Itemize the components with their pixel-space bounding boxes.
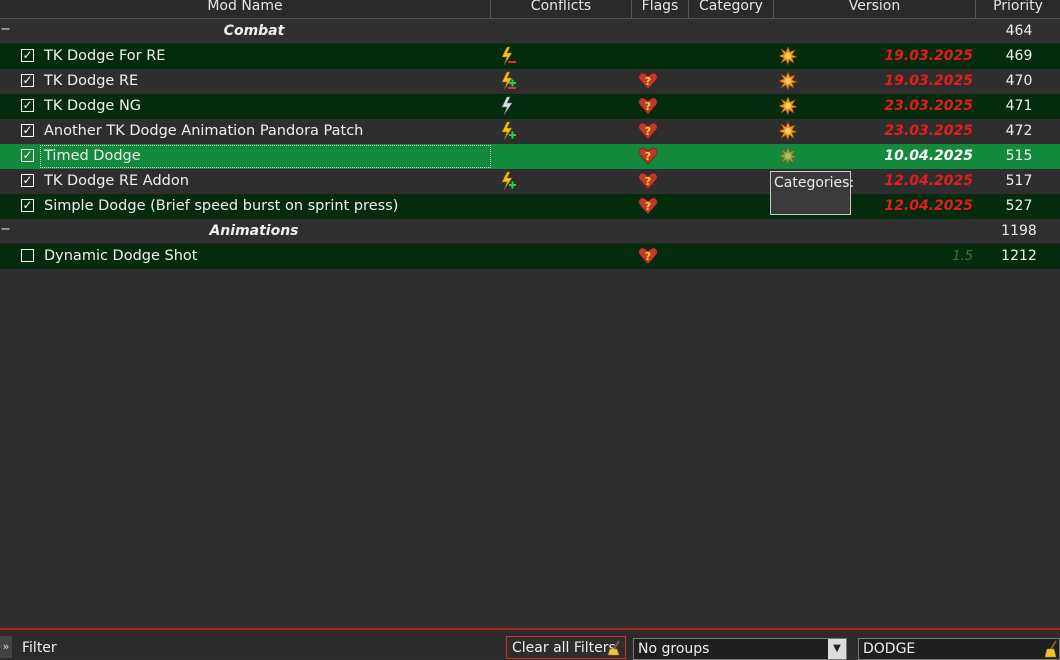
version-number: 1.5	[952, 249, 973, 264]
priority-value: 517	[1005, 173, 1033, 189]
svg-text:?: ?	[645, 250, 651, 263]
heart-question-icon: ?	[638, 247, 658, 265]
expand-filters-button[interactable]: »	[0, 636, 12, 658]
mod-row[interactable]: ✓ TK Dodge RE Addon ? 12.04.2025 517	[0, 169, 1060, 194]
lightning-plus-icon	[501, 171, 516, 191]
column-header-category[interactable]: Category	[689, 0, 774, 18]
priority-value: 472	[1005, 123, 1033, 139]
mod-row[interactable]: ✓ Simple Dodge (Brief speed burst on spr…	[0, 194, 1060, 219]
mod-row[interactable]: ✓ TK Dodge NG ? 23.03.2025 471	[0, 94, 1060, 119]
broom-icon	[607, 640, 620, 656]
heart-question-icon: ?	[638, 72, 658, 90]
categories-tooltip: Categories:	[770, 171, 855, 215]
mod-name: TK Dodge For RE	[44, 48, 166, 64]
separator-row-combat[interactable]: − Combat 464	[0, 19, 1060, 44]
filter-label: Filter	[22, 640, 57, 656]
svg-text:?: ?	[645, 200, 651, 213]
clear-filters-label: Clear all Filters	[512, 640, 616, 656]
separator-row-animations[interactable]: − Animations 1198	[0, 219, 1060, 244]
enable-checkbox[interactable]: ✓	[21, 149, 34, 162]
svg-text:?: ?	[645, 75, 651, 88]
priority-value: 470	[1005, 73, 1033, 89]
priority-value: 515	[1005, 148, 1033, 164]
mod-row[interactable]: ✓ Another TK Dodge Animation Pandora Pat…	[0, 119, 1060, 144]
clear-all-filters-button[interactable]: Clear all Filters	[506, 636, 626, 659]
mod-row[interactable]: ✓ TK Dodge RE ? 19.03.2025 470	[0, 69, 1060, 94]
filter-bar: » Filter Clear all Filters No groups ▼ D…	[0, 628, 1060, 660]
enable-checkbox[interactable]: ✓	[21, 74, 34, 87]
column-header: Mod Name Conflicts Flags Category Versio…	[0, 0, 1060, 19]
tooltip-text: Categories:	[774, 175, 855, 191]
column-header-version[interactable]: Version	[774, 0, 976, 18]
lightning-overwrite-icon	[501, 46, 516, 66]
column-header-mod-name[interactable]: Mod Name	[0, 0, 491, 18]
enable-checkbox[interactable]: ✓	[21, 49, 34, 62]
priority-value: 1212	[1001, 248, 1037, 264]
lightning-plus-icon	[501, 121, 516, 141]
enable-checkbox[interactable]: ✓	[21, 199, 34, 212]
category-badge-icon	[778, 71, 798, 91]
heart-question-icon: ?	[638, 172, 658, 190]
mod-row[interactable]: Dynamic Dodge Shot ? 1.5 1212	[0, 244, 1060, 269]
version-date: 19.03.2025	[884, 73, 973, 89]
svg-text:?: ?	[645, 125, 651, 138]
mod-row[interactable]: ✓ TK Dodge For RE 19.03.2025 469	[0, 44, 1060, 69]
version-date: 19.03.2025	[884, 48, 973, 64]
heart-question-icon: ?	[638, 122, 658, 140]
priority-value: 527	[1005, 198, 1033, 214]
version-date: 12.04.2025	[884, 173, 973, 189]
category-badge-icon	[778, 46, 798, 66]
enable-checkbox[interactable]	[21, 249, 34, 262]
groups-selected-value: No groups	[638, 641, 710, 657]
mod-name: TK Dodge RE	[44, 73, 139, 89]
separator-name: Combat	[223, 23, 285, 39]
priority-value: 471	[1005, 98, 1033, 114]
mod-row-selected[interactable]: ✓ Timed Dodge ? 10.04.2025 515	[0, 144, 1060, 169]
svg-text:?: ?	[645, 100, 651, 113]
enable-checkbox[interactable]: ✓	[21, 124, 34, 137]
chevron-down-icon[interactable]: ▼	[828, 639, 846, 659]
priority-value: 1198	[1001, 223, 1037, 239]
separator-name: Animations	[209, 223, 299, 239]
svg-text:?: ?	[645, 150, 651, 163]
lightning-redundant-icon	[501, 96, 513, 116]
version-date: 23.03.2025	[884, 98, 973, 114]
mod-name: Timed Dodge	[44, 148, 141, 164]
version-date: 12.04.2025	[884, 198, 973, 214]
heart-question-icon: ?	[638, 147, 658, 165]
priority-value: 464	[1005, 23, 1033, 39]
category-badge-icon	[778, 96, 798, 116]
category-badge-icon	[778, 146, 798, 166]
lightning-mixed-icon	[501, 71, 516, 91]
mod-name: Another TK Dodge Animation Pandora Patch	[44, 123, 364, 139]
category-badge-icon	[778, 121, 798, 141]
priority-value: 469	[1005, 48, 1033, 64]
version-date: 23.03.2025	[884, 123, 973, 139]
column-header-priority[interactable]: Priority	[976, 0, 1060, 18]
mod-name: Simple Dodge (Brief speed burst on sprin…	[44, 198, 399, 214]
version-date: 10.04.2025	[884, 148, 973, 164]
enable-checkbox[interactable]: ✓	[21, 99, 34, 112]
mod-name: Dynamic Dodge Shot	[44, 248, 198, 264]
enable-checkbox[interactable]: ✓	[21, 174, 34, 187]
mod-name: TK Dodge NG	[44, 98, 142, 114]
column-header-conflicts[interactable]: Conflicts	[491, 0, 632, 18]
search-value: DODGE	[863, 641, 916, 657]
svg-text:?: ?	[645, 175, 651, 188]
heart-question-icon: ?	[638, 97, 658, 115]
column-header-flags[interactable]: Flags	[632, 0, 689, 18]
heart-question-icon: ?	[638, 197, 658, 215]
mod-name: TK Dodge RE Addon	[44, 173, 189, 189]
broom-icon[interactable]	[1045, 640, 1059, 658]
